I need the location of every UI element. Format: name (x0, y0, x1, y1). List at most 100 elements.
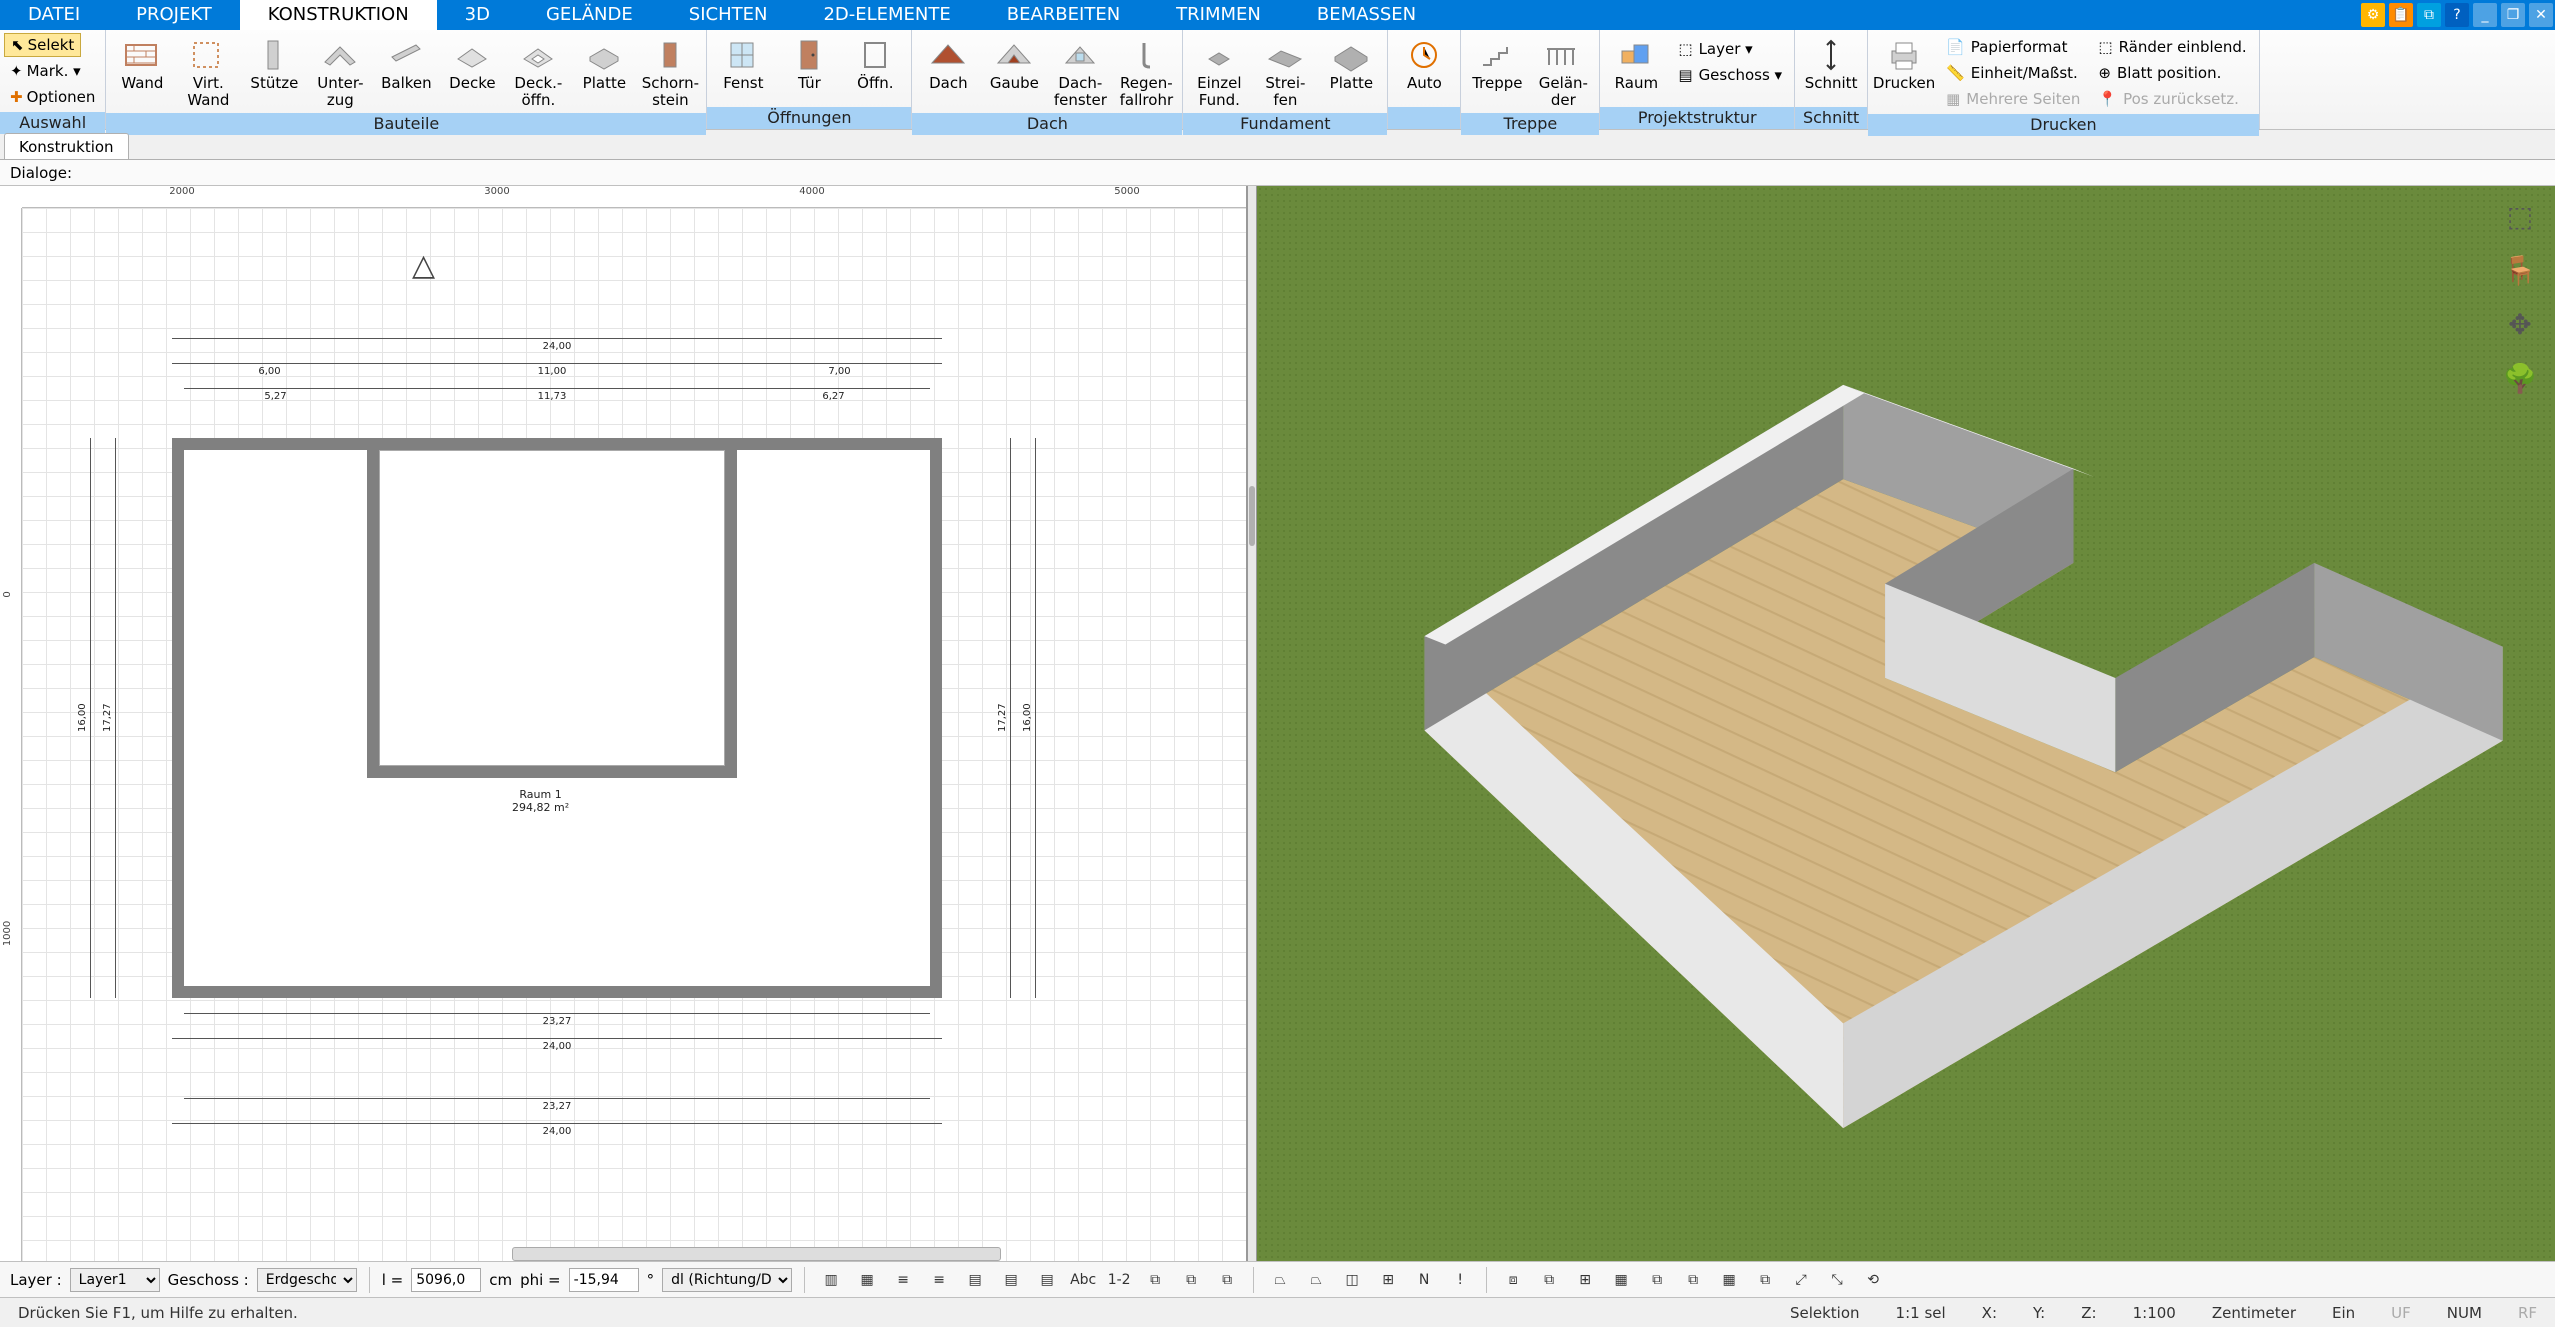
splitter[interactable] (1247, 186, 1257, 1261)
papierformat-button[interactable]: 📄 Papierformat (1938, 35, 2088, 59)
geschoss-select[interactable]: Erdgeschos (257, 1268, 357, 1292)
prop-icon[interactable]: ⧉ (1141, 1267, 1169, 1293)
prop-icon[interactable]: ≡ (889, 1267, 917, 1293)
prop-icon[interactable]: ▦ (1715, 1267, 1743, 1293)
dach-button[interactable]: Dach (916, 33, 980, 92)
menu-datei[interactable]: DATEI (0, 0, 108, 30)
phi-input[interactable] (569, 1268, 639, 1292)
regenfallrohr-button[interactable]: Regen- fallrohr (1114, 33, 1178, 110)
optionen-button[interactable]: ✚ Optionen (4, 85, 101, 109)
prop-icon[interactable]: ⧉ (1679, 1267, 1707, 1293)
geschoss-dropdown[interactable]: ▤ Geschoss ▾ (1670, 63, 1790, 87)
plan-2d-view[interactable]: 2000 3000 4000 5000 0 1000 △ R (0, 186, 1247, 1261)
cascade-icon[interactable]: ⧉ (2417, 3, 2441, 27)
prop-icon[interactable]: 1-2 (1105, 1267, 1133, 1293)
oeffn-button[interactable]: Öffn. (843, 33, 907, 92)
pos-zuruck-button[interactable]: 📍 Pos zurücksetz. (2090, 87, 2254, 111)
mehrere-seiten-button[interactable]: ▦ Mehrere Seiten (1938, 87, 2088, 111)
layer-select[interactable]: Layer1 (70, 1268, 160, 1292)
tool-icon[interactable]: ⚙ (2361, 3, 2385, 27)
tab-konstruktion[interactable]: Konstruktion (4, 133, 129, 159)
prop-icon[interactable]: ⏢ (1266, 1267, 1294, 1293)
platte2-button[interactable]: Platte (1319, 33, 1383, 92)
deckoeffn-button[interactable]: Deck.- öffn. (506, 33, 570, 110)
prop-icon[interactable]: ⧉ (1213, 1267, 1241, 1293)
wand-button[interactable]: Wand (110, 33, 174, 92)
raum-button[interactable]: Raum (1604, 33, 1668, 92)
prop-icon[interactable]: Abc (1069, 1267, 1097, 1293)
prop-icon[interactable]: ▤ (1033, 1267, 1061, 1293)
stuetze-button[interactable]: Stütze (242, 33, 306, 92)
menu-bearbeiten[interactable]: BEARBEITEN (979, 0, 1148, 30)
prop-icon[interactable]: N (1410, 1267, 1438, 1293)
help-icon[interactable]: ? (2445, 3, 2469, 27)
menu-sichten[interactable]: SICHTEN (661, 0, 796, 30)
prop-icon[interactable]: ◫ (1338, 1267, 1366, 1293)
menu-2d-elemente[interactable]: 2D-ELEMENTE (795, 0, 978, 30)
layers-icon[interactable]: ⬚ (2500, 196, 2540, 236)
schornstein-button[interactable]: Schorn- stein (638, 33, 702, 110)
blatt-pos-button[interactable]: ⊕ Blatt position. (2090, 61, 2254, 85)
tuer-button[interactable]: Tür (777, 33, 841, 92)
prop-icon[interactable]: ! (1446, 1267, 1474, 1293)
streifen-button[interactable]: Strei- fen (1253, 33, 1317, 110)
menu-konstruktion[interactable]: KONSTRUKTION (240, 0, 437, 30)
prop-icon[interactable]: ⧉ (1177, 1267, 1205, 1293)
fenst-button[interactable]: Fenst (711, 33, 775, 92)
menu-bemassen[interactable]: BEMASSEN (1289, 0, 1444, 30)
gaube-button[interactable]: Gaube (982, 33, 1046, 92)
l-input[interactable] (411, 1268, 481, 1292)
maximize-button[interactable]: ❐ (2501, 3, 2525, 27)
decke-button[interactable]: Decke (440, 33, 504, 92)
prop-icon[interactable]: ▦ (853, 1267, 881, 1293)
mode-select[interactable]: dl (Richtung/Di (662, 1268, 792, 1292)
menu-gelaende[interactable]: GELÄNDE (518, 0, 661, 30)
treppe-button[interactable]: Treppe (1465, 33, 1529, 92)
prop-icon[interactable]: ⊞ (1374, 1267, 1402, 1293)
auto-button[interactable]: Auto (1392, 33, 1456, 92)
prop-icon[interactable]: ▥ (817, 1267, 845, 1293)
prop-icon[interactable]: ⏢ (1302, 1267, 1330, 1293)
menu-trimmen[interactable]: TRIMMEN (1148, 0, 1289, 30)
prop-icon[interactable]: ⤢ (1787, 1267, 1815, 1293)
prop-icon[interactable]: ⧉ (1643, 1267, 1671, 1293)
raender-button[interactable]: ⬚ Ränder einblend. (2090, 35, 2254, 59)
mark-button[interactable]: ✦ Mark. ▾ (4, 59, 87, 83)
furniture-icon[interactable]: 🪑 (2500, 250, 2540, 290)
einheit-button[interactable]: 📏 Einheit/Maßst. (1938, 61, 2088, 85)
einzelfund-button[interactable]: Einzel Fund. (1187, 33, 1251, 110)
minimize-button[interactable]: _ (2473, 3, 2497, 27)
l-label: l = (382, 1271, 404, 1289)
schnitt-button[interactable]: Schnitt (1799, 33, 1863, 92)
clipboard-icon[interactable]: 📋 (2389, 3, 2413, 27)
prop-icon[interactable]: ▤ (997, 1267, 1025, 1293)
prop-icon[interactable]: ▦ (1607, 1267, 1635, 1293)
prop-icon[interactable]: ⧉ (1535, 1267, 1563, 1293)
select-button[interactable]: ⬉ Selekt (4, 33, 81, 57)
prop-icon[interactable]: ⊞ (1571, 1267, 1599, 1293)
balken-button[interactable]: Balken (374, 33, 438, 92)
gelaender-button[interactable]: Gelän- der (1531, 33, 1595, 110)
unterzug-button[interactable]: Unter- zug (308, 33, 372, 110)
prop-icon[interactable]: ≡ (925, 1267, 953, 1293)
tree-icon[interactable]: 🌳 (2500, 358, 2540, 398)
prop-icon[interactable]: ⤡ (1823, 1267, 1851, 1293)
navigate-icon[interactable]: ✥ (2500, 304, 2540, 344)
view-3d[interactable]: ⬚ 🪑 ✥ 🌳 (1257, 186, 2555, 1261)
dimension: 6,00 (172, 363, 367, 377)
dimension: 17,27 (997, 438, 1011, 998)
close-button[interactable]: ✕ (2529, 3, 2553, 27)
layer-dropdown[interactable]: ⬚ Layer ▾ (1670, 37, 1790, 61)
prop-icon[interactable]: ⧈ (1499, 1267, 1527, 1293)
virt-wand-button[interactable]: Virt. Wand (176, 33, 240, 110)
menu-3d[interactable]: 3D (437, 0, 518, 30)
plan-canvas[interactable]: △ Raum 1 294,82 m² 24,00 6,00 11,00 7,0 (22, 208, 1246, 1261)
plan-scrollbar-h[interactable] (512, 1247, 1002, 1261)
platte-button[interactable]: Platte (572, 33, 636, 92)
prop-icon[interactable]: ▤ (961, 1267, 989, 1293)
menu-projekt[interactable]: PROJEKT (108, 0, 240, 30)
prop-icon[interactable]: ⟲ (1859, 1267, 1887, 1293)
prop-icon[interactable]: ⧉ (1751, 1267, 1779, 1293)
drucken-button[interactable]: Drucken (1872, 33, 1936, 92)
dachfenster-button[interactable]: Dach- fenster (1048, 33, 1112, 110)
